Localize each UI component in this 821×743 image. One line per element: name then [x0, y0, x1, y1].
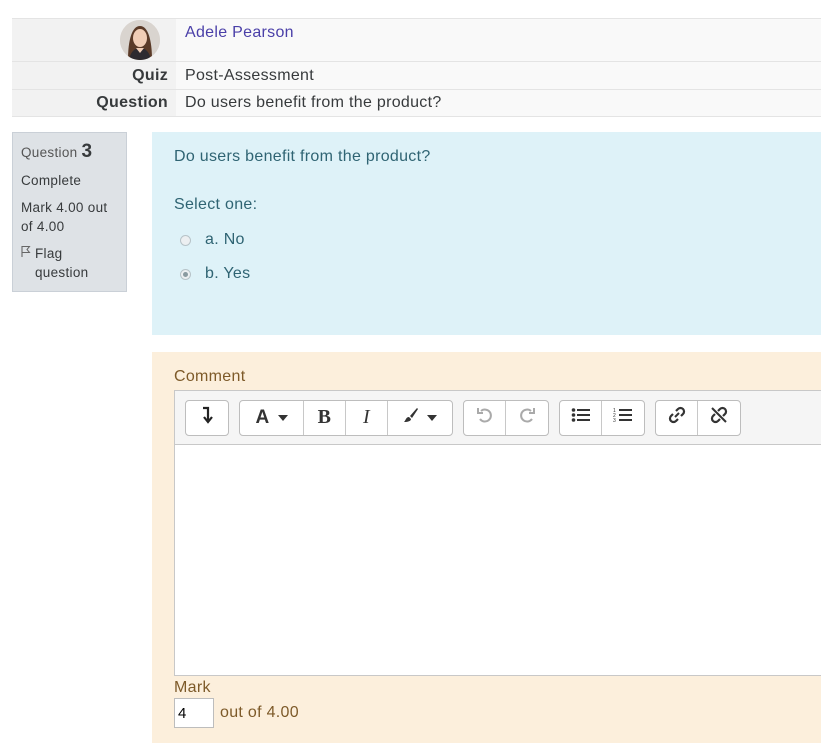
- numbered-list-button[interactable]: 123: [602, 401, 644, 435]
- answer-radio-a[interactable]: [180, 234, 191, 246]
- unlink-button[interactable]: [698, 401, 740, 435]
- question-number: 3: [81, 141, 93, 162]
- toolbar-group-lists: 123: [559, 399, 645, 436]
- summary-row-question: Question Do users benefit from the produ…: [12, 89, 821, 117]
- comment-editor-content[interactable]: [175, 445, 821, 675]
- redo-icon: [518, 406, 536, 429]
- undo-icon: [476, 406, 494, 429]
- toolbar-group-style: A B I: [239, 399, 453, 436]
- bulleted-list-button[interactable]: [560, 400, 602, 435]
- comment-label: Comment: [174, 368, 246, 385]
- mark-label: Mark: [174, 679, 211, 696]
- summary-row-user: Adele Pearson: [12, 18, 821, 61]
- italic-icon: I: [363, 406, 370, 428]
- question-formulation: Do users benefit from the product? Selec…: [152, 132, 821, 335]
- undo-button[interactable]: [464, 400, 506, 435]
- editor-toolbar: A B I 1 2 3: [175, 391, 821, 445]
- flag-question-label: Flag question: [35, 246, 89, 280]
- numbered-list-icon: 123: [613, 407, 633, 428]
- question-value: Do users benefit from the product?: [176, 90, 821, 116]
- question-label: Question: [12, 90, 176, 116]
- avatar[interactable]: [120, 20, 160, 60]
- summary-avatar-cell: [12, 19, 176, 61]
- quiz-value: Post-Assessment: [176, 62, 821, 89]
- unlink-icon: [709, 405, 729, 430]
- bold-icon: B: [317, 406, 332, 428]
- expand-toolbar-icon: [200, 406, 214, 429]
- text-color-button[interactable]: [388, 401, 452, 435]
- answer-label-b: b. Yes: [205, 265, 251, 282]
- link-button[interactable]: [656, 400, 698, 435]
- answer-option-a[interactable]: a. No: [174, 223, 799, 257]
- comment-editor: A B I 1 2 3: [174, 390, 821, 676]
- link-icon: [667, 405, 687, 430]
- brush-icon: [403, 407, 419, 428]
- toolbar-group-links: [655, 399, 741, 436]
- review-summary-table: Adele Pearson Quiz Post-Assessment Quest…: [12, 18, 821, 117]
- user-name-link[interactable]: Adele Pearson: [185, 24, 294, 42]
- mark-out-of: out of 4.00: [220, 704, 299, 721]
- svg-text:3: 3: [613, 418, 616, 423]
- flag-icon: [21, 244, 31, 263]
- summary-row-quiz: Quiz Post-Assessment: [12, 61, 821, 89]
- quiz-label: Quiz: [12, 62, 176, 89]
- flag-question-button[interactable]: Flag question: [21, 244, 118, 282]
- mark-row: out of 4.00: [174, 698, 821, 728]
- question-grade: Mark 4.00 out of 4.00: [21, 200, 108, 234]
- question-info-box: Question 3 Complete Mark 4.00 out of 4.0…: [12, 132, 127, 292]
- redo-button[interactable]: [506, 401, 548, 435]
- answer-option-b[interactable]: b. Yes: [174, 257, 799, 291]
- font-icon: A: [255, 406, 270, 428]
- expand-toolbar-button[interactable]: [186, 401, 228, 435]
- chevron-down-icon: [427, 414, 437, 421]
- mark-input[interactable]: [174, 698, 214, 728]
- answer-radio-b[interactable]: [180, 268, 191, 280]
- chevron-down-icon: [277, 414, 288, 421]
- answer-label-a: a. No: [205, 231, 245, 248]
- comment-grading-box: Comment A B I 1 2 3 Mark 4 out of 4.00: [152, 352, 821, 743]
- question-number-label: Question: [21, 145, 78, 160]
- toolbar-group-history: [463, 399, 549, 436]
- bold-button[interactable]: B: [304, 400, 346, 435]
- italic-button[interactable]: I: [346, 400, 388, 435]
- question-number-heading: Question 3: [21, 141, 118, 163]
- question-state: Complete: [21, 173, 82, 188]
- bulleted-list-icon: [571, 407, 591, 428]
- font-style-button[interactable]: A: [240, 400, 304, 435]
- answer-prompt: Select one:: [174, 196, 258, 213]
- avatar-image: [120, 20, 160, 60]
- question-text: Do users benefit from the product?: [174, 148, 431, 165]
- toolbar-group-expand: [185, 399, 229, 436]
